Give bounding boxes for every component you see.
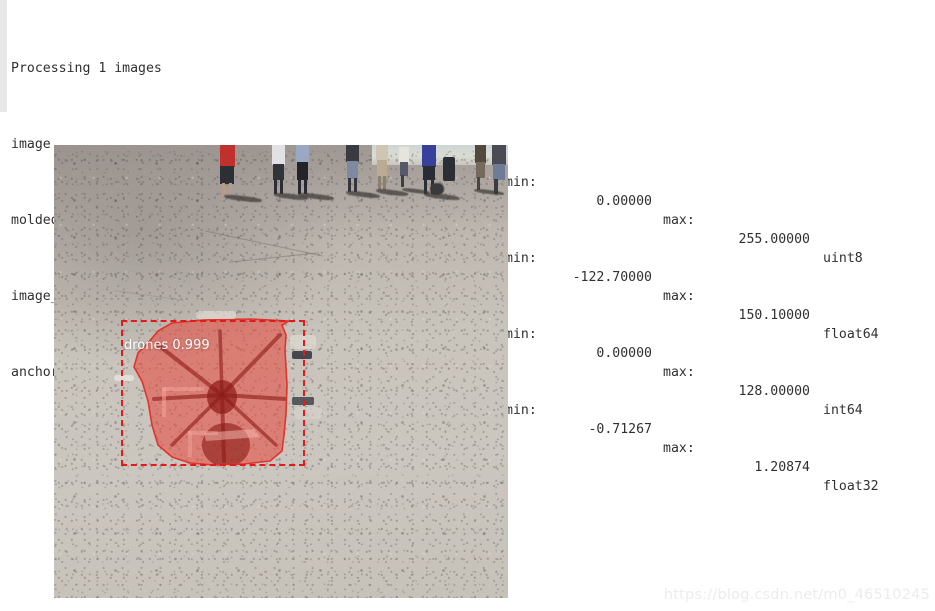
person-leg <box>378 176 381 190</box>
blog-watermark: https://blog.csdn.net/m0_46510245 <box>663 587 930 603</box>
person-pants <box>400 162 408 176</box>
min-label: min: <box>505 327 537 342</box>
max-label: max: <box>663 441 695 456</box>
min-label: min: <box>505 175 537 190</box>
person-pants <box>377 160 387 177</box>
max-value: 150.10000 <box>738 308 810 323</box>
notebook-gutter <box>0 0 7 112</box>
person-torso <box>399 147 409 163</box>
person-figure <box>218 145 238 197</box>
person-figure <box>270 145 288 195</box>
person-bag <box>443 157 455 181</box>
person-leg <box>304 179 307 194</box>
person-pants <box>493 164 505 180</box>
person-figure <box>398 147 412 189</box>
person-torso <box>422 145 436 167</box>
detection-label: drones 0.999 <box>124 338 210 353</box>
person-figure <box>294 145 312 195</box>
max-value: 128.00000 <box>738 384 810 399</box>
detection-result-image: drones 0.999 <box>54 145 508 598</box>
person-torso <box>346 145 359 162</box>
person-leg <box>401 175 404 187</box>
person-shorts <box>423 166 435 180</box>
person-figure <box>344 145 362 193</box>
person-pants <box>297 162 308 180</box>
person-leg <box>298 179 301 194</box>
max-value: 1.20874 <box>754 460 810 475</box>
person-leg <box>274 179 277 194</box>
tensor-name: image <box>11 137 51 152</box>
person-shorts <box>220 166 234 184</box>
person-leg <box>383 176 386 190</box>
person-figure <box>474 145 490 191</box>
console-header-line: Processing 1 images <box>11 40 931 76</box>
person-figure <box>374 145 392 193</box>
max-value: 255.00000 <box>738 232 810 247</box>
person-figure <box>492 145 508 195</box>
person-leg <box>354 178 357 192</box>
person-torso <box>475 145 486 163</box>
person-pants <box>476 162 485 178</box>
min-label: min: <box>505 251 537 266</box>
photo-canvas: drones 0.999 <box>54 145 508 598</box>
dtype-value: float64 <box>823 327 879 342</box>
person-leg <box>280 179 283 194</box>
person-torso <box>272 145 285 165</box>
person-torso <box>296 145 309 163</box>
person-pants <box>347 161 358 179</box>
person-torso <box>220 145 235 167</box>
dtype-value: uint8 <box>823 251 863 266</box>
person-pants <box>273 164 284 180</box>
person-torso <box>376 145 388 161</box>
console-header-text: Processing 1 images <box>11 61 162 76</box>
person-figure <box>442 147 458 191</box>
min-value: -0.71267 <box>588 422 652 437</box>
console-row: image shape: (128, 128, 3) min: 0.00000 … <box>11 116 931 266</box>
person-torso <box>492 145 506 165</box>
dtype-value: int64 <box>823 403 863 418</box>
dtype-value: float32 <box>823 479 879 494</box>
max-label: max: <box>663 365 695 380</box>
max-label: max: <box>663 213 695 228</box>
min-label: min: <box>505 403 537 418</box>
max-label: max: <box>663 289 695 304</box>
